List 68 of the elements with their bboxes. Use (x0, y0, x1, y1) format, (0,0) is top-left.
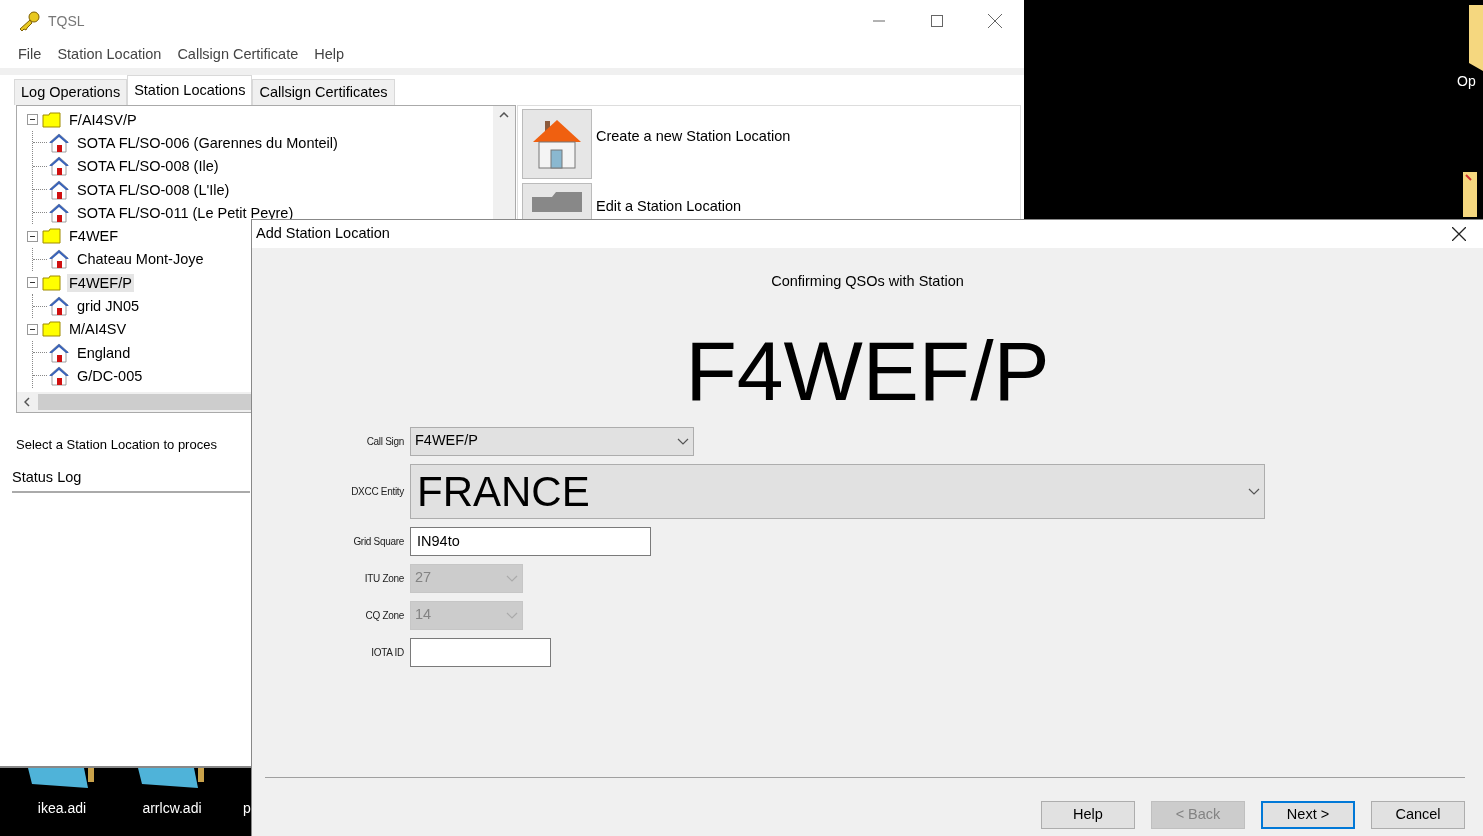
chevron-down-icon (677, 437, 689, 445)
house-icon (49, 179, 69, 200)
field-label: CQ Zone (364, 608, 404, 623)
house-icon (49, 132, 69, 153)
status-log-title: Status Log (12, 468, 82, 485)
key-icon (18, 11, 40, 31)
tree-item[interactable]: F/AI4SV/P (67, 110, 139, 129)
tree-item[interactable]: SOTA FL/SO-011 (Le Petit Peyre) (75, 203, 296, 222)
maximize-icon[interactable] (931, 15, 943, 27)
collapse-icon[interactable] (27, 277, 38, 289)
tree-item[interactable]: M/AI4SV (67, 320, 129, 339)
tree-item[interactable]: F4WEF/P (67, 273, 134, 292)
field-label: ITU Zone (363, 571, 404, 586)
house-icon (49, 249, 69, 270)
chevron-down-icon (1248, 487, 1260, 495)
tree-item[interactable]: SOTA FL/SO-008 (L'Ile) (75, 180, 232, 199)
tree-item[interactable]: grid JN05 (75, 297, 142, 315)
field-label: Grid Square (352, 534, 404, 549)
house-icon (49, 202, 69, 223)
house-icon (49, 342, 69, 363)
collapse-icon[interactable] (27, 114, 38, 126)
dialog-button[interactable]: Help (1041, 801, 1135, 829)
tab[interactable]: Station Locations (127, 75, 253, 105)
file-name[interactable]: arrlcw.adi (142, 798, 202, 819)
house-icon (532, 118, 582, 170)
close-icon[interactable] (1452, 227, 1466, 241)
dropdown: 14 (410, 600, 523, 630)
field-label: DXCC Entity (350, 484, 404, 499)
hint-text: Select a Station Location to proces (16, 436, 217, 454)
callsign-heading: F4WEF/P (685, 323, 1050, 418)
file-name[interactable]: ikea.adi (37, 798, 87, 819)
dropdown[interactable]: FRANCE (410, 463, 1265, 519)
menu-item[interactable]: Callsign Certificate (169, 44, 307, 66)
house-icon (49, 156, 69, 177)
collapse-icon[interactable] (27, 230, 38, 242)
action-button[interactable] (522, 109, 592, 179)
input-field[interactable]: IN94to (410, 526, 651, 556)
field-label: IOTA ID (370, 645, 404, 660)
scroll-up-icon[interactable] (499, 112, 509, 118)
house-icon (49, 296, 69, 316)
tree-item[interactable]: SOTA FL/SO-006 (Garennes du Monteil) (75, 133, 340, 152)
tree-item[interactable]: SOTA FL/SO-008 (Ile) (75, 157, 221, 176)
dialog-button[interactable]: Next > (1261, 801, 1355, 829)
tree-item[interactable]: F4WEF (67, 227, 121, 246)
menu-item[interactable]: Help (306, 44, 353, 66)
action-label[interactable]: Create a new Station Location (596, 109, 791, 179)
menu-item[interactable]: File (10, 44, 50, 66)
collapse-icon[interactable] (27, 323, 38, 335)
file-name[interactable]: Op (1457, 71, 1476, 92)
dropdown: 27 (410, 563, 523, 593)
scroll-left-icon[interactable] (24, 397, 30, 407)
tab[interactable]: Callsign Certificates (252, 79, 395, 105)
tree-item[interactable]: Chateau Mont-Joye (75, 250, 206, 269)
dialog-button[interactable]: Cancel (1371, 801, 1465, 829)
input-field[interactable] (410, 637, 551, 667)
chevron-down-icon (506, 611, 518, 619)
file-name[interactable]: p (243, 798, 251, 819)
menu-item[interactable]: Station Location (49, 44, 170, 66)
window-title: TQSL (48, 11, 85, 31)
chevron-down-icon (506, 574, 518, 582)
field-label: Call Sign (365, 434, 404, 449)
dialog-title: Add Station Location (256, 224, 391, 244)
house-icon (49, 365, 69, 386)
dialog-heading: Confirming QSOs with Station (771, 273, 964, 289)
dropdown[interactable]: F4WEF/P (410, 426, 694, 456)
tree-item[interactable]: England (75, 343, 133, 362)
tab[interactable]: Log Operations (14, 79, 128, 105)
tree-item[interactable]: G/DC-005 (75, 366, 145, 385)
